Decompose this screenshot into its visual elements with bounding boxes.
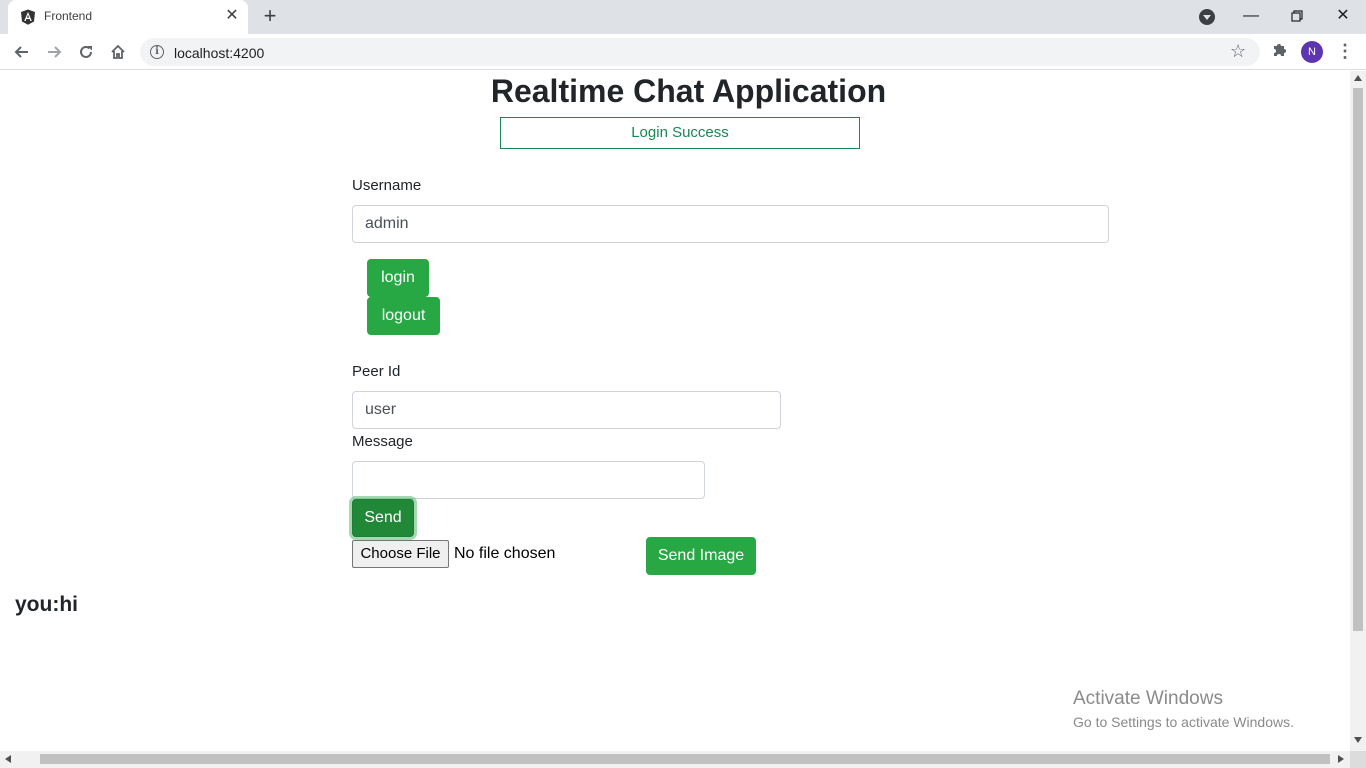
message-input[interactable] — [352, 461, 705, 499]
send-image-button[interactable]: Send Image — [646, 537, 756, 575]
login-button[interactable]: login — [367, 259, 429, 297]
activate-windows-title: Activate Windows — [1073, 688, 1223, 709]
send-button[interactable]: Send — [352, 499, 414, 537]
page-title: Realtime Chat Application — [490, 73, 887, 109]
username-input[interactable]: admin — [352, 205, 1109, 243]
tab-strip: Frontend ✕ + — ✕ — [0, 0, 1366, 34]
scroll-down-arrow-icon[interactable] — [1354, 737, 1362, 743]
info-icon[interactable]: i — [150, 45, 164, 59]
logout-button[interactable]: logout — [367, 297, 440, 335]
peer-id-label: Peer Id — [352, 363, 401, 380]
horizontal-scroll-thumb[interactable] — [40, 754, 1330, 764]
scroll-up-arrow-icon[interactable] — [1354, 75, 1362, 81]
angular-logo-icon — [21, 9, 35, 25]
chat-message: you:hi — [15, 593, 78, 616]
scroll-left-arrow-icon[interactable] — [5, 755, 11, 763]
file-status-text: No file chosen — [454, 545, 556, 562]
scroll-right-arrow-icon[interactable] — [1338, 755, 1344, 763]
peer-id-input[interactable]: user — [352, 391, 781, 429]
username-label: Username — [352, 177, 422, 194]
puzzle-icon[interactable] — [1270, 40, 1290, 60]
arrow-right-icon[interactable] — [42, 40, 66, 64]
arrow-left-icon[interactable] — [10, 40, 34, 64]
page-viewport: Realtime Chat Application Login Success … — [0, 71, 1350, 751]
restore-icon[interactable] — [1284, 4, 1310, 28]
reload-icon[interactable] — [74, 40, 98, 64]
scrollbar-corner — [1350, 751, 1366, 768]
address-bar[interactable]: i localhost:4200 ☆ — [140, 38, 1260, 66]
plus-icon[interactable]: + — [259, 5, 281, 28]
star-icon[interactable]: ☆ — [1230, 41, 1246, 62]
tab-title: Frontend — [44, 9, 93, 23]
close-window-icon[interactable]: ✕ — [1330, 4, 1356, 28]
home-icon[interactable] — [106, 40, 130, 64]
activate-windows-subtitle: Go to Settings to activate Windows. — [1073, 714, 1294, 730]
vertical-scrollbar[interactable] — [1350, 71, 1366, 751]
message-label: Message — [352, 433, 413, 450]
choose-file-button[interactable]: Choose File — [352, 540, 449, 568]
url-text: localhost:4200 — [174, 45, 265, 61]
browser-tab[interactable]: Frontend ✕ — [8, 0, 248, 34]
close-icon[interactable]: ✕ — [224, 8, 240, 24]
browser-toolbar: i localhost:4200 ☆ — [0, 34, 1366, 70]
tab-search-icon[interactable] — [1199, 9, 1215, 25]
horizontal-scrollbar[interactable] — [0, 751, 1350, 768]
vertical-scroll-thumb[interactable] — [1353, 88, 1363, 631]
profile-avatar[interactable]: N — [1301, 41, 1323, 63]
login-status-message: Login Success — [500, 117, 860, 149]
kebab-menu-icon[interactable]: ⋮ — [1336, 40, 1354, 62]
minimize-icon[interactable]: — — [1238, 4, 1264, 28]
